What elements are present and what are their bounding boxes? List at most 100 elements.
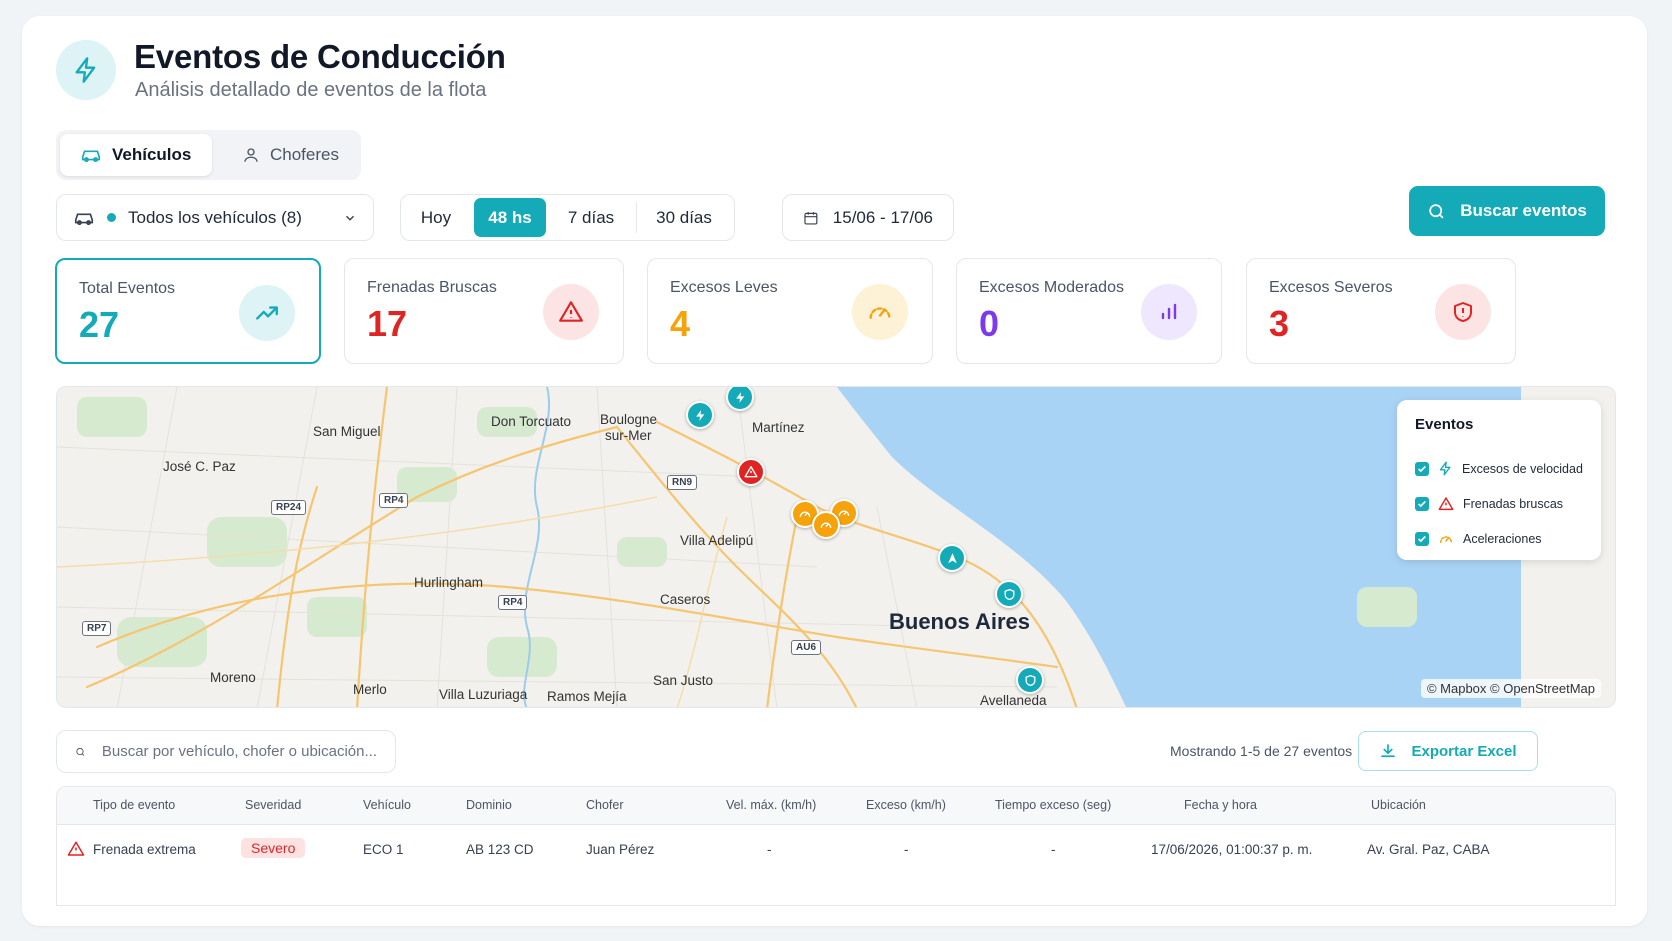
range-30d-button[interactable]: 30 días bbox=[637, 198, 731, 237]
cell-datetime: 17/06/2026, 01:00:37 p. m. bbox=[1151, 842, 1313, 857]
range-selector: Hoy 48 hs 7 días 30 días bbox=[400, 194, 735, 241]
legend-item-speeding[interactable]: Excesos de velocidad bbox=[1415, 451, 1583, 486]
map-place-label: sur-Mer bbox=[605, 428, 652, 443]
events-table: Tipo de evento Severidad Vehículo Domini… bbox=[56, 786, 1616, 906]
shield-icon bbox=[1025, 674, 1035, 686]
map-place-label: Don Torcuato bbox=[491, 414, 572, 429]
road-shield: RP7 bbox=[82, 621, 112, 636]
range-48h-button[interactable]: 48 hs bbox=[474, 198, 546, 237]
road-shield: RP24 bbox=[271, 500, 307, 515]
acceleration-pin[interactable] bbox=[812, 511, 840, 539]
bolt-icon bbox=[695, 409, 704, 421]
checkbox[interactable] bbox=[1415, 531, 1429, 546]
speedometer-icon bbox=[852, 284, 908, 340]
map-place-label: Villa Luzuriaga bbox=[439, 687, 528, 702]
stat-label: Total Eventos bbox=[79, 280, 176, 297]
location-pin[interactable] bbox=[938, 544, 966, 572]
map-place-label: Villa Adelipú bbox=[680, 533, 754, 548]
stat-value: 3 bbox=[1269, 303, 1290, 344]
column-header[interactable]: Chofer bbox=[586, 798, 624, 812]
chevron-down-icon bbox=[346, 215, 354, 221]
table-search-input[interactable]: Buscar por vehículo, chofer o ubicación.… bbox=[56, 730, 396, 773]
map-place-label: Avellaneda bbox=[980, 693, 1047, 708]
status-dot bbox=[107, 213, 116, 222]
checkbox[interactable] bbox=[1415, 496, 1429, 511]
page-subtitle: Análisis detallado de eventos de la flot… bbox=[135, 79, 487, 101]
export-excel-button[interactable]: Exportar Excel bbox=[1358, 731, 1538, 771]
shield-pin[interactable] bbox=[1016, 666, 1044, 694]
tab-choferes-label: Choferes bbox=[270, 145, 339, 164]
vehicle-select-value: Todos los vehículos (8) bbox=[128, 207, 302, 227]
legend-label: Frenadas bruscas bbox=[1463, 496, 1564, 511]
vehicle-select[interactable]: Todos los vehículos (8) bbox=[56, 194, 374, 241]
download-icon bbox=[1381, 744, 1396, 758]
view-tabs: Vehículos Choferes bbox=[56, 130, 361, 180]
column-header[interactable]: Tipo de evento bbox=[93, 798, 175, 812]
events-map[interactable]: San Miguel Don Torcuato Boulogne sur-Mer… bbox=[56, 386, 1616, 708]
column-header[interactable]: Vel. máx. (km/h) bbox=[726, 798, 816, 812]
column-header[interactable]: Fecha y hora bbox=[1184, 798, 1257, 812]
column-header[interactable]: Vehículo bbox=[363, 798, 411, 812]
main-card: Eventos de Conducción Análisis detallado… bbox=[22, 16, 1647, 926]
hard-braking-pin[interactable] bbox=[737, 458, 765, 486]
range-today-button[interactable]: Hoy bbox=[404, 198, 468, 237]
cell-excess-time: - bbox=[1051, 842, 1056, 857]
search-events-button[interactable]: Buscar eventos bbox=[1409, 186, 1605, 236]
map-place-label: Caseros bbox=[660, 592, 711, 607]
road-shield: RP4 bbox=[379, 493, 409, 508]
stat-excesos-severos[interactable]: Excesos Severos 3 bbox=[1246, 258, 1516, 364]
map-place-label: Hurlingham bbox=[414, 575, 484, 590]
cell-vehicle: ECO 1 bbox=[363, 842, 404, 857]
speedometer-icon bbox=[820, 522, 832, 529]
legend-label: Aceleraciones bbox=[1463, 531, 1542, 546]
cell-excess: - bbox=[904, 842, 909, 857]
cell-event-type: Frenada extrema bbox=[93, 842, 196, 857]
checkbox[interactable] bbox=[1415, 461, 1429, 476]
column-header[interactable]: Tiempo exceso (seg) bbox=[995, 798, 1111, 812]
tab-vehiculos[interactable]: Vehículos bbox=[60, 134, 212, 176]
column-header[interactable]: Dominio bbox=[466, 798, 512, 812]
range-7d-button[interactable]: 7 días bbox=[546, 198, 636, 237]
map-canvas bbox=[57, 387, 1521, 707]
legend-item-acceleration[interactable]: Aceleraciones bbox=[1415, 521, 1583, 556]
column-header[interactable]: Severidad bbox=[245, 798, 301, 812]
legend-label: Excesos de velocidad bbox=[1462, 461, 1583, 476]
column-header[interactable]: Exceso (km/h) bbox=[866, 798, 946, 812]
car-icon bbox=[81, 150, 101, 163]
stat-total-eventos[interactable]: Total Eventos 27 bbox=[55, 258, 321, 364]
cell-location: Av. Gral. Paz, CABA bbox=[1367, 842, 1490, 857]
map-place-label: Boulogne bbox=[600, 412, 658, 427]
pagination-summary: Mostrando 1-5 de 27 eventos bbox=[1170, 743, 1353, 759]
stat-excesos-moderados[interactable]: Excesos Moderados 0 bbox=[956, 258, 1222, 364]
map-legend: Eventos Excesos de velocidad Frenadas br… bbox=[1397, 400, 1601, 560]
bar-chart-icon bbox=[1141, 284, 1197, 340]
table-search-placeholder: Buscar por vehículo, chofer o ubicación.… bbox=[101, 743, 377, 760]
legend-item-braking[interactable]: Frenadas bruscas bbox=[1415, 486, 1583, 521]
date-range-value: 15/06 - 17/06 bbox=[832, 207, 933, 227]
legend-title: Eventos bbox=[1415, 416, 1474, 433]
stat-excesos-leves[interactable]: Excesos Leves 4 bbox=[647, 258, 933, 364]
search-events-label: Buscar eventos bbox=[1460, 201, 1587, 220]
column-header[interactable]: Ubicación bbox=[1371, 798, 1426, 812]
warning-icon bbox=[1438, 496, 1454, 510]
bolt-icon bbox=[735, 391, 744, 403]
shield-icon bbox=[1004, 588, 1014, 600]
map-place-label: Martínez bbox=[752, 420, 805, 435]
map-attribution[interactable]: © Mapbox © OpenStreetMap bbox=[1420, 679, 1601, 698]
stat-value: 0 bbox=[979, 303, 1000, 344]
stat-value: 4 bbox=[670, 303, 691, 344]
cell-plate: AB 123 CD bbox=[466, 842, 534, 857]
date-range-picker[interactable]: 15/06 - 17/06 bbox=[782, 194, 954, 241]
stat-label: Frenadas Bruscas bbox=[367, 279, 497, 296]
warning-icon bbox=[543, 284, 599, 340]
map-place-label: Ramos Mejía bbox=[547, 689, 627, 704]
speeding-pin[interactable] bbox=[686, 401, 714, 429]
warning-icon bbox=[67, 841, 85, 856]
cell-driver: Juan Pérez bbox=[586, 842, 655, 857]
trending-up-icon bbox=[239, 285, 295, 341]
shield-pin[interactable] bbox=[995, 580, 1023, 608]
stat-frenadas-bruscas[interactable]: Frenadas Bruscas 17 bbox=[344, 258, 624, 364]
tab-choferes[interactable]: Choferes bbox=[226, 134, 355, 176]
speedometer-icon bbox=[1439, 535, 1453, 543]
car-icon bbox=[74, 213, 94, 225]
